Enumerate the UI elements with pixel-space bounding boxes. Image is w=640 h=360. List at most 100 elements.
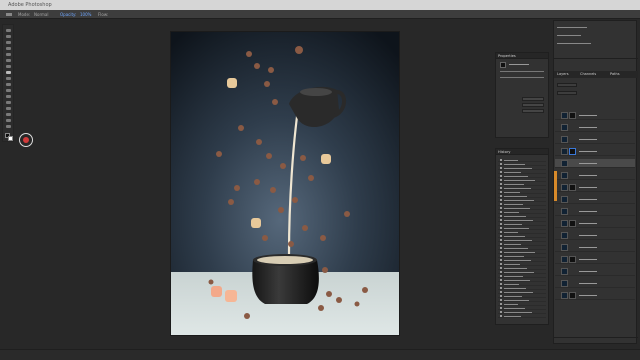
layer-row[interactable] xyxy=(555,123,635,132)
layer-mask-thumbnail[interactable] xyxy=(569,148,576,155)
layer-mask-thumbnail[interactable] xyxy=(569,184,576,191)
app-title: Adobe Photoshop xyxy=(8,2,52,8)
group-color-label xyxy=(554,171,557,201)
history-step-icon xyxy=(500,163,502,165)
layer-mask-thumbnail[interactable] xyxy=(569,292,576,299)
history-step-icon xyxy=(500,235,502,237)
color-range-button[interactable] xyxy=(522,103,544,107)
history-step-label xyxy=(504,279,530,281)
brush-tool-icon[interactable] xyxy=(6,71,11,74)
lasso-tool-icon[interactable] xyxy=(6,41,11,44)
marquee-tool-icon[interactable] xyxy=(6,35,11,38)
hand-tool-icon[interactable] xyxy=(6,125,11,128)
path-select-tool-icon[interactable] xyxy=(6,119,11,122)
layer-thumbnail xyxy=(561,268,568,275)
crop-tool-icon[interactable] xyxy=(6,53,11,56)
history-step-label xyxy=(504,227,529,229)
layer-thumbnail xyxy=(561,232,568,239)
pen-tool-icon[interactable] xyxy=(6,107,11,110)
eyedropper-tool-icon[interactable] xyxy=(6,59,11,62)
feather-slider[interactable] xyxy=(500,77,544,78)
layers-footer-divider xyxy=(554,337,638,338)
history-step-label xyxy=(504,247,528,249)
history-step-icon xyxy=(500,311,502,313)
black-cup xyxy=(252,260,319,304)
eraser-tool-icon[interactable] xyxy=(6,89,11,92)
density-slider[interactable] xyxy=(500,71,544,72)
layers-tab-row: Layers Channels Paths xyxy=(554,71,638,78)
layer-row[interactable] xyxy=(555,255,635,264)
layer-row[interactable] xyxy=(555,135,635,144)
history-step-icon xyxy=(500,263,502,265)
history-step-label xyxy=(504,263,520,265)
gradient-tool-icon[interactable] xyxy=(6,95,11,98)
brush-preset-icon[interactable] xyxy=(6,13,12,16)
history-step-icon xyxy=(500,199,502,201)
layer-filter-dropdown[interactable] xyxy=(557,83,577,87)
layer-mask-thumbnail[interactable] xyxy=(569,112,576,119)
option-mode-value[interactable]: Normal xyxy=(34,12,48,17)
move-tool-icon[interactable] xyxy=(6,29,11,32)
history-step-icon xyxy=(500,195,502,197)
history-step-icon xyxy=(500,295,502,297)
layer-name xyxy=(579,283,597,284)
history-step-icon xyxy=(500,167,502,169)
history-step-icon xyxy=(500,223,502,225)
dodge-tool-icon[interactable] xyxy=(6,101,11,104)
option-opacity-value[interactable]: 100% xyxy=(80,12,91,17)
layers-panel-column: Layers Channels Paths xyxy=(553,20,638,344)
history-step-label xyxy=(504,231,518,233)
layer-row[interactable] xyxy=(555,291,635,300)
healing-brush-tool-icon[interactable] xyxy=(6,65,11,68)
layer-row[interactable] xyxy=(555,279,635,288)
layer-row[interactable] xyxy=(555,111,635,120)
layer-row[interactable] xyxy=(555,183,635,192)
layer-mask-thumbnail[interactable] xyxy=(569,256,576,263)
history-step-label xyxy=(504,271,534,273)
layer-thumbnail xyxy=(561,280,568,287)
select-and-mask-button[interactable] xyxy=(522,97,544,101)
history-step-label xyxy=(504,259,531,261)
history-step-label xyxy=(504,191,520,193)
layer-row[interactable] xyxy=(555,267,635,276)
tab-paths[interactable]: Paths xyxy=(610,72,620,76)
tab-channels[interactable]: Channels xyxy=(580,72,596,76)
layer-row[interactable] xyxy=(555,159,635,168)
layer-row[interactable] xyxy=(555,195,635,204)
history-step[interactable] xyxy=(498,314,546,318)
layer-row[interactable] xyxy=(555,207,635,216)
layer-name xyxy=(579,151,597,152)
blend-mode-dropdown[interactable] xyxy=(557,91,577,95)
history-step-label xyxy=(504,251,535,253)
type-tool-icon[interactable] xyxy=(6,113,11,116)
history-step-label xyxy=(504,179,535,181)
clone-stamp-tool-icon[interactable] xyxy=(6,77,11,80)
history-step-icon xyxy=(500,287,502,289)
adjustments-panel xyxy=(554,21,638,59)
history-brush-tool-icon[interactable] xyxy=(6,83,11,86)
history-step-icon xyxy=(500,255,502,257)
quick-select-tool-icon[interactable] xyxy=(6,47,11,50)
tab-layers[interactable]: Layers xyxy=(557,72,569,76)
layer-name xyxy=(579,235,597,236)
layer-mask-thumbnail[interactable] xyxy=(569,220,576,227)
layer-row[interactable] xyxy=(555,219,635,228)
history-step-label xyxy=(504,183,524,185)
history-step-label xyxy=(504,303,518,305)
history-step-label xyxy=(504,267,527,269)
tab-properties[interactable]: Properties xyxy=(498,54,516,58)
layer-name xyxy=(579,247,597,248)
document-canvas[interactable] xyxy=(171,32,399,335)
layer-row[interactable] xyxy=(555,231,635,240)
layer-thumbnail xyxy=(561,196,568,203)
layer-row[interactable] xyxy=(555,171,635,180)
tab-history[interactable]: History xyxy=(498,150,510,154)
layer-row[interactable] xyxy=(555,147,635,156)
sugar-cube xyxy=(227,78,237,88)
invert-button[interactable] xyxy=(522,109,544,113)
history-step-label xyxy=(504,207,530,209)
history-step-icon xyxy=(500,279,502,281)
background-color-swatch[interactable] xyxy=(8,136,13,141)
layer-row[interactable] xyxy=(555,243,635,252)
option-opacity-label: Opacity: xyxy=(60,12,77,17)
